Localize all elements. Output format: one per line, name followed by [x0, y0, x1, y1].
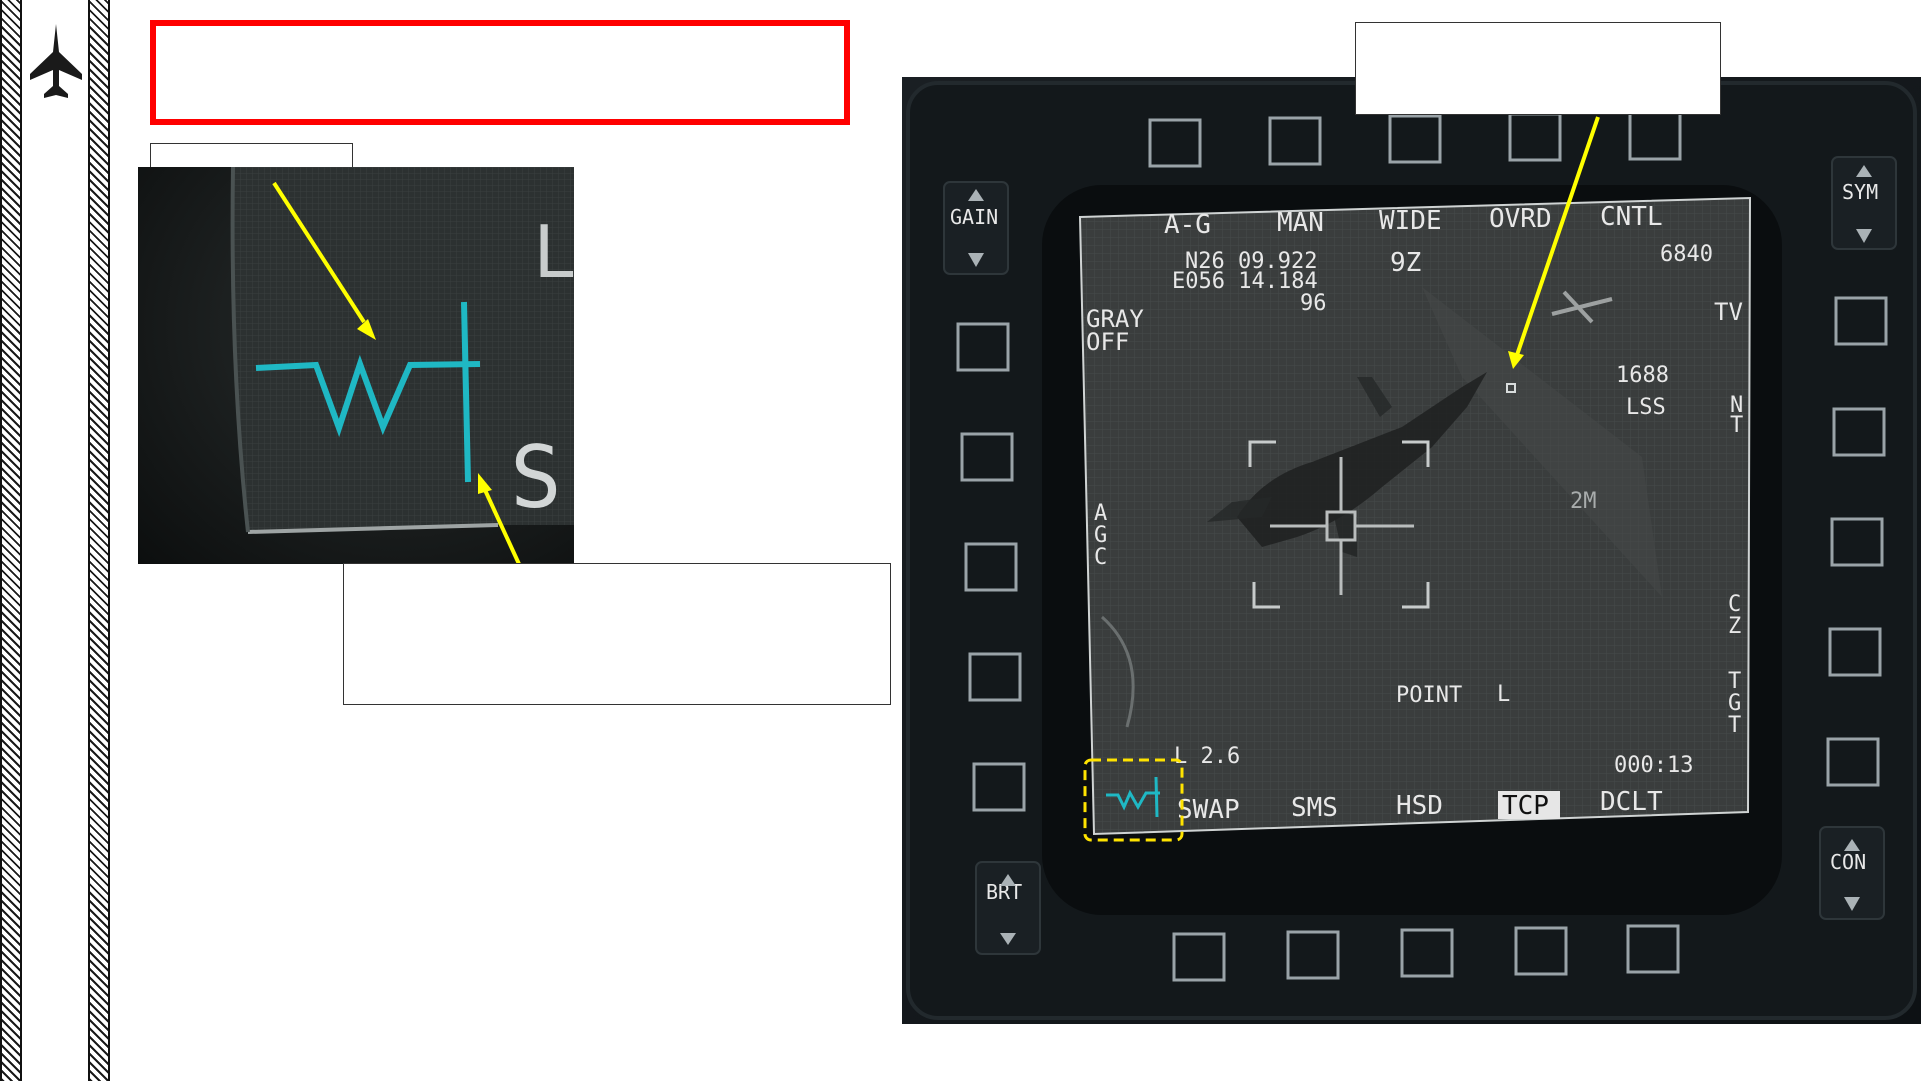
tv-label: TV — [1714, 298, 1743, 326]
con-rocker-label: CON — [1830, 850, 1866, 874]
point-side: L — [1497, 682, 1510, 707]
two-m: 2M — [1570, 489, 1597, 514]
sym-rocker-label: SYM — [1842, 180, 1878, 204]
scan-marker-small — [1154, 776, 1159, 818]
laser-value: L 2.6 — [1174, 744, 1240, 769]
gray-line2: OFF — [1086, 328, 1129, 356]
lss-label: LSS — [1626, 395, 1666, 420]
osb-dclt[interactable]: DCLT — [1600, 787, 1663, 817]
osb-swap[interactable]: SWAP — [1177, 795, 1240, 825]
description-box — [343, 563, 891, 705]
osb-hsd[interactable]: HSD — [1396, 791, 1443, 821]
range-value: 1688 — [1616, 363, 1669, 388]
left-hatch-bar — [0, 0, 22, 1081]
coord-e: E056 14.184 — [1172, 269, 1318, 294]
zoom-code: 9Z — [1390, 248, 1421, 278]
right-hatch-bar — [88, 0, 110, 1081]
osb-tcp[interactable]: TCP — [1502, 791, 1549, 821]
elevation: 96 — [1300, 291, 1327, 316]
mode-wide: WIDE — [1379, 206, 1442, 236]
mode-a-g: A-G — [1164, 210, 1211, 240]
altitude: 6840 — [1660, 242, 1713, 267]
zoom-scan-marker — [461, 301, 471, 483]
zoom-letter-l: L — [533, 210, 574, 294]
mode-man: MAN — [1277, 208, 1324, 238]
zoom-inset: L S — [138, 167, 574, 564]
nt-t: T — [1730, 413, 1743, 438]
point-label: POINT — [1396, 683, 1462, 708]
gain-rocker-label: GAIN — [950, 205, 998, 229]
laser-spot-caption-box — [1355, 22, 1721, 115]
tgt-t2: T — [1728, 713, 1741, 738]
agc-c: C — [1094, 545, 1107, 570]
osb-sms[interactable]: SMS — [1291, 793, 1338, 823]
mode-cntl: CNTL — [1600, 202, 1663, 232]
timer: 000:13 — [1614, 753, 1693, 778]
cz-z: Z — [1728, 614, 1741, 639]
jet-silhouette-icon — [30, 24, 82, 98]
mode-ovrd: OVRD — [1489, 204, 1552, 234]
mfd-display: GAIN SYM BRT CON A-G MAN WIDE OVRD CNTL … — [902, 77, 1921, 1024]
title-box — [150, 20, 850, 125]
zoom-letter-s: S — [510, 428, 562, 528]
